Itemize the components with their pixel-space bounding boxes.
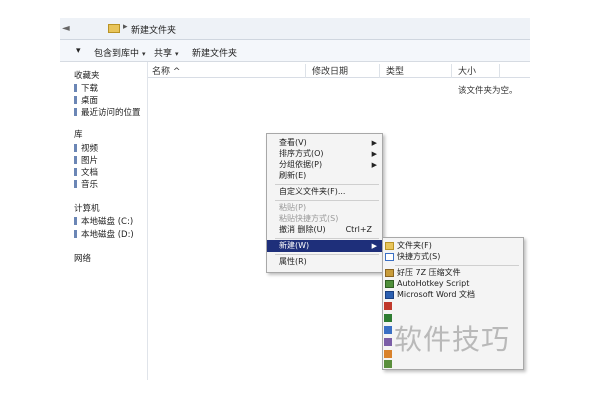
pictures-icon (74, 156, 77, 164)
menu-item-properties[interactable]: 属性(R) (267, 256, 382, 268)
sidebar-item-label: 桌面 (81, 96, 99, 106)
sidebar-item-drive-d[interactable]: 本地磁盘 (D:) (74, 228, 134, 240)
sidebar-item-label: 下载 (81, 84, 99, 94)
folder-icon (108, 24, 120, 33)
menu-item-new[interactable]: 新建(W) ▶ (267, 240, 382, 252)
sidebar-item-label: 图片 (81, 156, 99, 166)
watermark: 软件技巧 (394, 323, 511, 356)
excel-icon[interactable] (384, 302, 392, 310)
folder-icon (385, 242, 394, 250)
recent-places-icon (74, 108, 77, 116)
breadcrumb-current[interactable]: 新建文件夹 (131, 23, 176, 36)
file-type-icon[interactable] (384, 360, 392, 368)
sidebar-favorites[interactable]: 收藏夹 (74, 69, 100, 81)
menu-label: 分组依据(P) (279, 160, 323, 169)
include-in-library-button[interactable]: 包含到库中 ▾ (94, 46, 146, 59)
column-name[interactable]: 名称 ^ (148, 64, 306, 78)
file-type-icon[interactable] (384, 314, 392, 322)
navigation-pane: 收藏夹 下载 桌面 最近访问的位置 库 视频 图片 文档 音乐 计算机 本地磁盘… (60, 62, 148, 380)
context-menu: 查看(V) ▶ 排序方式(O) ▶ 分组依据(P) ▶ 刷新(E) 自定义文件夹(F)… (266, 133, 383, 273)
menu-label: 排序方式(O) (279, 149, 324, 158)
menu-divider (275, 238, 379, 239)
submenu-label: AutoHotkey Script (397, 279, 470, 288)
sidebar-item-label: 本地磁盘 (C:) (81, 217, 134, 227)
sidebar-item-drive-c[interactable]: 本地磁盘 (C:) (74, 215, 133, 227)
file-type-icon[interactable] (384, 326, 392, 334)
sidebar-item-label: 最近访问的位置 (81, 108, 141, 118)
back-arrow-icon[interactable]: ◄ (62, 23, 74, 35)
menu-label: 新建(W) (279, 241, 310, 250)
sidebar-item-label: 本地磁盘 (D:) (81, 230, 134, 240)
submenu-arrow-icon: ▶ (371, 242, 377, 250)
menu-label: 查看(V) (279, 138, 307, 147)
column-size[interactable]: 大小 (454, 64, 500, 78)
sidebar-item-pictures[interactable]: 图片 (74, 154, 98, 166)
drive-icon (74, 217, 77, 225)
submenu-label: 好压 7Z 压缩文件 (397, 268, 461, 277)
submenu-label: 文件夹(F) (397, 241, 432, 250)
menu-item-undo-delete[interactable]: 撤消 删除(U) Ctrl+Z (267, 224, 382, 236)
sidebar-item-label: 文档 (81, 168, 99, 178)
sidebar-item-videos[interactable]: 视频 (74, 142, 98, 154)
include-label: 包含到库中 (94, 49, 140, 59)
desktop-icon (74, 96, 77, 104)
column-type[interactable]: 类型 (382, 64, 452, 78)
script-icon (385, 280, 394, 288)
breadcrumb-separator-icon[interactable]: ▸ (123, 22, 128, 32)
column-modified[interactable]: 修改日期 (308, 64, 380, 78)
word-document-icon (385, 291, 394, 299)
menu-item-refresh[interactable]: 刷新(E) (267, 170, 382, 182)
menu-divider (275, 254, 379, 255)
file-type-icon[interactable] (384, 350, 392, 358)
share-button[interactable]: 共享 ▾ (154, 46, 179, 59)
sidebar-item-desktop[interactable]: 桌面 (74, 94, 98, 106)
submenu-item-word[interactable]: Microsoft Word 文档 (383, 289, 523, 301)
sidebar-item-label: 视频 (81, 144, 99, 154)
submenu-label: Microsoft Word 文档 (397, 290, 476, 299)
sidebar-item-documents[interactable]: 文档 (74, 166, 98, 178)
sidebar-computer[interactable]: 计算机 (74, 202, 100, 214)
sidebar-network[interactable]: 网络 (74, 252, 91, 264)
share-label: 共享 (154, 49, 173, 59)
drive-icon (74, 230, 77, 238)
dropdown-caret-icon: ▾ (175, 50, 179, 58)
sidebar-item-label: 音乐 (81, 180, 99, 190)
column-header-row: 名称 ^ 修改日期 类型 大小 (148, 62, 530, 78)
sidebar-libraries[interactable]: 库 (74, 128, 83, 140)
archive-icon (385, 269, 394, 277)
chevron-down-icon[interactable]: ▾ (76, 46, 81, 56)
sidebar-item-recent[interactable]: 最近访问的位置 (74, 106, 141, 118)
submenu-item-shortcut[interactable]: 快捷方式(S) (383, 251, 523, 263)
videos-icon (74, 144, 77, 152)
sidebar-item-music[interactable]: 音乐 (74, 178, 98, 190)
address-bar[interactable]: ◄ ▸ 新建文件夹 (60, 18, 530, 40)
empty-folder-message: 该文件夹为空。 (458, 86, 518, 96)
menu-item-customize-folder[interactable]: 自定义文件夹(F)... (267, 186, 382, 198)
dropdown-caret-icon: ▾ (142, 50, 146, 58)
new-folder-button[interactable]: 新建文件夹 (192, 46, 237, 59)
command-toolbar: ▾ 包含到库中 ▾ 共享 ▾ 新建文件夹 (60, 40, 530, 62)
menu-label: 撤消 删除(U) (279, 225, 326, 234)
menu-divider (275, 200, 379, 201)
downloads-icon (74, 84, 77, 92)
shortcut-icon (385, 253, 394, 261)
file-type-icon[interactable] (384, 338, 392, 346)
music-icon (74, 180, 77, 188)
menu-divider (395, 265, 519, 266)
menu-shortcut: Ctrl+Z (345, 225, 372, 234)
menu-divider (275, 184, 379, 185)
documents-icon (74, 168, 77, 176)
submenu-label: 快捷方式(S) (397, 252, 441, 261)
sidebar-item-downloads[interactable]: 下载 (74, 82, 98, 94)
